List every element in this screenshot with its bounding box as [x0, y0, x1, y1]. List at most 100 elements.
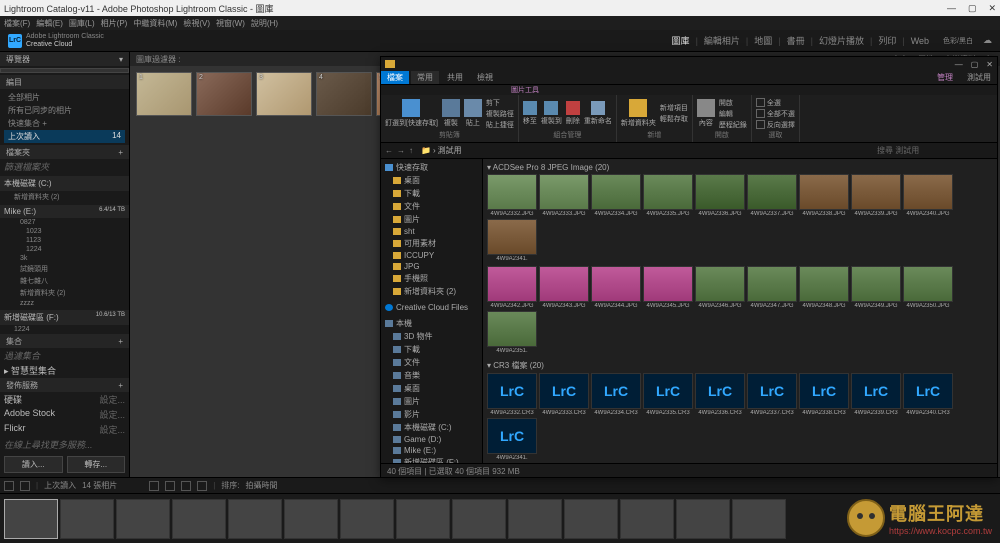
move-button[interactable]: 移至 [523, 101, 537, 126]
tree-item[interactable]: 新增磁碟區 (F:) [383, 456, 480, 463]
tree-item[interactable]: 本機磁碟 (C:) [383, 421, 480, 434]
group-header-cr3[interactable]: CR3 檔案 (20) [487, 358, 993, 373]
tree-item[interactable]: 文件 [383, 356, 480, 369]
file-thumb[interactable]: 4W9A2344.JPG [591, 266, 641, 309]
filter-collections[interactable]: 過濾集合 [0, 348, 129, 363]
publish-flickr[interactable]: Flickr設定... [0, 422, 129, 437]
file-thumb[interactable]: 4W9A2338.JPG [799, 174, 849, 217]
tree-item[interactable]: 桌面 [383, 382, 480, 395]
file-thumb[interactable]: 4W9A2346.JPG [695, 266, 745, 309]
file-thumb[interactable]: 4W9A2335.JPG [643, 174, 693, 217]
window-maximize-button[interactable]: ▢ [968, 3, 977, 14]
folder-item[interactable]: 1224 [0, 325, 129, 334]
folder-item[interactable]: 新增資料夾 (2) [0, 191, 129, 203]
collections-header[interactable]: 集合+ [0, 334, 129, 348]
tree-item[interactable]: 圖片 [383, 213, 480, 226]
ribbon-context-manage[interactable]: 管理 [931, 71, 959, 84]
file-thumb[interactable]: 4W9A2334.JPG [591, 174, 641, 217]
filmstrip-thumb[interactable] [676, 499, 730, 539]
folder-item[interactable]: 3k [0, 254, 129, 263]
copyto-button[interactable]: 複製到 [541, 101, 562, 126]
file-thumb[interactable]: 4W9A2350.JPG [903, 266, 953, 309]
publish-header[interactable]: 發佈服務+ [0, 378, 129, 392]
catalog-all-photos[interactable]: 全部相片 [4, 91, 125, 104]
tree-item[interactable]: sht [383, 226, 480, 237]
tree-item[interactable]: JPG [383, 261, 480, 272]
tree-item[interactable]: 文件 [383, 200, 480, 213]
file-thumb[interactable]: LrC4W9A2333.CR3 [539, 373, 589, 416]
cut-button[interactable]: 剪下 [486, 98, 514, 108]
file-thumb[interactable]: 4W9A2341. [487, 219, 537, 262]
filter-folders[interactable]: 篩選檔案夾 [0, 159, 129, 174]
grid-thumb[interactable]: 2 [196, 72, 252, 116]
open-button[interactable]: 開啟 [719, 98, 747, 108]
history-button[interactable]: 歷程紀錄 [719, 120, 747, 130]
menu-view[interactable]: 檢視(V) [183, 18, 210, 29]
filmstrip-thumb[interactable] [452, 499, 506, 539]
loupe-view-button[interactable] [20, 481, 30, 491]
folder-item[interactable]: 1023 [0, 227, 129, 236]
menu-file[interactable]: 檔案(F) [4, 18, 30, 29]
grid-thumb[interactable]: 1 [136, 72, 192, 116]
grid-view-button[interactable] [4, 481, 14, 491]
filmstrip-thumb[interactable] [4, 499, 58, 539]
catalog-synced[interactable]: 所有已同步的相片 [4, 104, 125, 117]
catalog-last-import[interactable]: 上次讀入14 [4, 130, 125, 143]
file-thumb[interactable]: 4W9A2340.JPG [903, 174, 953, 217]
module-print[interactable]: 列印 [878, 34, 896, 47]
view-mode-icon[interactable] [165, 481, 175, 491]
module-library[interactable]: 圖庫 [672, 34, 690, 47]
file-thumb[interactable]: LrC4W9A2341. [487, 418, 537, 461]
filmstrip-thumb[interactable] [228, 499, 282, 539]
drive-f[interactable]: 新增磁碟區 (F:)10.6/13 TB [0, 310, 129, 325]
file-thumb[interactable]: LrC4W9A2339.CR3 [851, 373, 901, 416]
file-thumb[interactable]: 4W9A2339.JPG [851, 174, 901, 217]
edit-button[interactable]: 編輯 [719, 109, 747, 119]
pin-button[interactable]: 釘選到[快速存取] [385, 99, 438, 128]
explorer-close-button[interactable]: ✕ [986, 60, 993, 69]
folder-item[interactable]: 試鏡頭用 [0, 263, 129, 275]
drive-c[interactable]: 本機磁碟 (C:) [0, 176, 129, 191]
folder-item[interactable]: zzzz [0, 299, 129, 308]
module-map[interactable]: 地圖 [754, 34, 772, 47]
file-thumb[interactable]: 4W9A2332.JPG [487, 174, 537, 217]
folder-item[interactable]: 新增資料夾 (2) [0, 287, 129, 299]
file-thumb[interactable]: 4W9A2342.JPG [487, 266, 537, 309]
file-thumb[interactable]: 4W9A2336.JPG [695, 174, 745, 217]
folders-header[interactable]: 檔案夾+ [0, 145, 129, 159]
file-thumb[interactable]: 4W9A2348.JPG [799, 266, 849, 309]
filmstrip-thumb[interactable] [340, 499, 394, 539]
explorer-search-input[interactable]: 搜尋 測試用 [873, 144, 993, 157]
tree-quick-access[interactable]: 快速存取 [383, 161, 480, 174]
file-thumb[interactable]: 4W9A2337.JPG [747, 174, 797, 217]
folder-item[interactable]: 1224 [0, 245, 129, 254]
file-thumb[interactable]: 4W9A2333.JPG [539, 174, 589, 217]
tree-item[interactable]: 手機照 [383, 272, 480, 285]
filmstrip-thumb[interactable] [396, 499, 450, 539]
menu-window[interactable]: 視窗(W) [216, 18, 245, 29]
tree-item[interactable]: 桌面 [383, 174, 480, 187]
module-slideshow[interactable]: 幻燈片播放 [819, 34, 864, 47]
tree-item[interactable]: Mike (E:) [383, 445, 480, 456]
tree-this-pc[interactable]: 本機 [383, 317, 480, 330]
filmstrip-thumb[interactable] [172, 499, 226, 539]
menu-metadata[interactable]: 中繼資料(M) [133, 18, 177, 29]
filmstrip-thumb[interactable] [284, 499, 338, 539]
export-button[interactable]: 轉存... [67, 456, 126, 473]
find-more-services[interactable]: 在線上尋找更多服務... [0, 437, 129, 452]
drive-e[interactable]: Mike (E:)6.4/14 TB [0, 205, 129, 218]
nav-back-button[interactable]: ← [385, 146, 393, 155]
catalog-quick[interactable]: 快速集合 + [4, 117, 125, 130]
navigator-preview[interactable] [0, 68, 129, 73]
tree-item[interactable]: 下載 [383, 343, 480, 356]
file-thumb[interactable]: LrC4W9A2336.CR3 [695, 373, 745, 416]
file-thumb[interactable]: LrC4W9A2332.CR3 [487, 373, 537, 416]
smart-collections[interactable]: ▸ 智慧型集合 [0, 363, 129, 378]
new-item-button[interactable]: 新增項目 [660, 103, 688, 113]
folder-item[interactable]: 雜七雜八 [0, 275, 129, 287]
ribbon-home-tab[interactable]: 常用 [411, 71, 439, 84]
file-thumb[interactable]: LrC4W9A2337.CR3 [747, 373, 797, 416]
view-mode-icon[interactable] [197, 481, 207, 491]
file-thumb[interactable]: LrC4W9A2338.CR3 [799, 373, 849, 416]
ribbon-share-tab[interactable]: 共用 [441, 71, 469, 84]
